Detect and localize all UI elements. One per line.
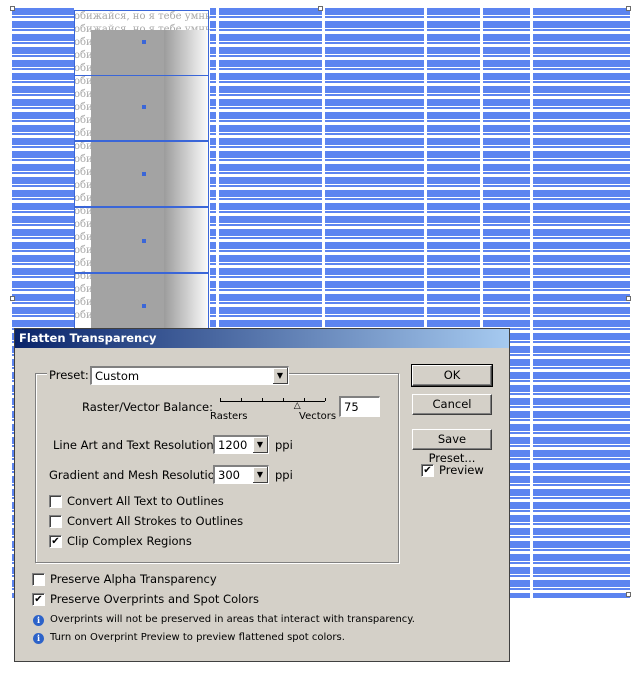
- preserve-alpha-checkbox[interactable]: [32, 573, 45, 586]
- line-art-resolution-dropdown[interactable]: 1200 ▼: [213, 435, 269, 454]
- slider-tick: [241, 398, 242, 401]
- bounding-box-handle[interactable]: [318, 6, 323, 11]
- slider-tick: [325, 398, 326, 401]
- rasters-label: Rasters: [210, 411, 248, 422]
- gradient-value: 300: [218, 468, 240, 482]
- anchor-point[interactable]: [142, 105, 146, 109]
- preset-label: Preset:: [47, 368, 91, 382]
- preset-dropdown[interactable]: Custom ▼: [90, 366, 289, 385]
- convert-text-label[interactable]: Convert All Text to Outlines: [67, 494, 224, 508]
- raster-vector-label: Raster/Vector Balance:: [82, 400, 214, 414]
- info-message-preview: Turn on Overprint Preview to preview fla…: [50, 632, 345, 643]
- bounding-box-handle[interactable]: [10, 296, 15, 301]
- dialog-title: Flatten Transparency: [19, 331, 157, 345]
- anchor-point[interactable]: [142, 304, 146, 308]
- clip-complex-label[interactable]: Clip Complex Regions: [67, 534, 192, 548]
- line-art-label: Line Art and Text Resolution:: [53, 438, 218, 452]
- gradient-resolution-dropdown[interactable]: 300 ▼: [213, 465, 269, 484]
- bounding-box-handle[interactable]: [626, 6, 631, 11]
- anchor-point[interactable]: [142, 172, 146, 176]
- raster-vector-value-field[interactable]: 75: [339, 396, 380, 417]
- vectors-label: Vectors: [299, 411, 337, 422]
- slider-tick: [262, 398, 263, 401]
- column-gap: [530, 8, 533, 598]
- info-icon: i: [33, 615, 44, 626]
- preserve-overprints-checkbox[interactable]: ✔: [32, 593, 45, 606]
- chevron-down-icon[interactable]: ▼: [273, 368, 288, 384]
- bounding-box-handle[interactable]: [626, 296, 631, 301]
- slider-tick: [304, 398, 305, 401]
- bounding-box-handle[interactable]: [626, 592, 631, 597]
- raster-vector-slider[interactable]: [220, 401, 325, 402]
- chevron-down-icon[interactable]: ▼: [253, 437, 268, 453]
- convert-strokes-checkbox[interactable]: [49, 515, 62, 528]
- dialog-titlebar[interactable]: Flatten Transparency: [15, 329, 509, 348]
- line-art-value: 1200: [218, 438, 248, 452]
- preserve-alpha-label[interactable]: Preserve Alpha Transparency: [50, 572, 217, 586]
- clip-complex-checkbox[interactable]: ✔: [49, 535, 62, 548]
- preset-value: Custom: [95, 369, 140, 383]
- preview-label[interactable]: Preview: [439, 463, 484, 477]
- raster-vector-value: 75: [344, 400, 359, 414]
- flatten-transparency-dialog: Flatten Transparency Preset: Custom ▼ Ra…: [14, 328, 510, 662]
- convert-strokes-label[interactable]: Convert All Strokes to Outlines: [67, 514, 243, 528]
- chevron-down-icon[interactable]: ▼: [253, 467, 268, 483]
- slider-thumb-icon[interactable]: △: [294, 402, 301, 411]
- selection-cell[interactable]: [74, 273, 209, 329]
- gradient-label: Gradient and Mesh Resolution:: [49, 468, 226, 482]
- slider-tick: [220, 398, 221, 401]
- preview-checkbox[interactable]: ✔: [421, 464, 434, 477]
- line-art-unit: ppi: [275, 438, 293, 452]
- slider-tick: [283, 398, 284, 401]
- anchor-point[interactable]: [142, 40, 146, 44]
- gradient-unit: ppi: [275, 468, 293, 482]
- ok-button[interactable]: OK: [411, 364, 493, 387]
- anchor-point[interactable]: [142, 239, 146, 243]
- info-message-overprints: Overprints will not be preserved in area…: [50, 614, 415, 625]
- cancel-button[interactable]: Cancel: [412, 394, 492, 415]
- convert-text-checkbox[interactable]: [49, 495, 62, 508]
- preserve-overprints-label[interactable]: Preserve Overprints and Spot Colors: [50, 592, 259, 606]
- save-preset-button[interactable]: Save Preset...: [412, 429, 492, 465]
- bounding-box-handle[interactable]: [10, 6, 15, 11]
- info-icon: i: [33, 633, 44, 644]
